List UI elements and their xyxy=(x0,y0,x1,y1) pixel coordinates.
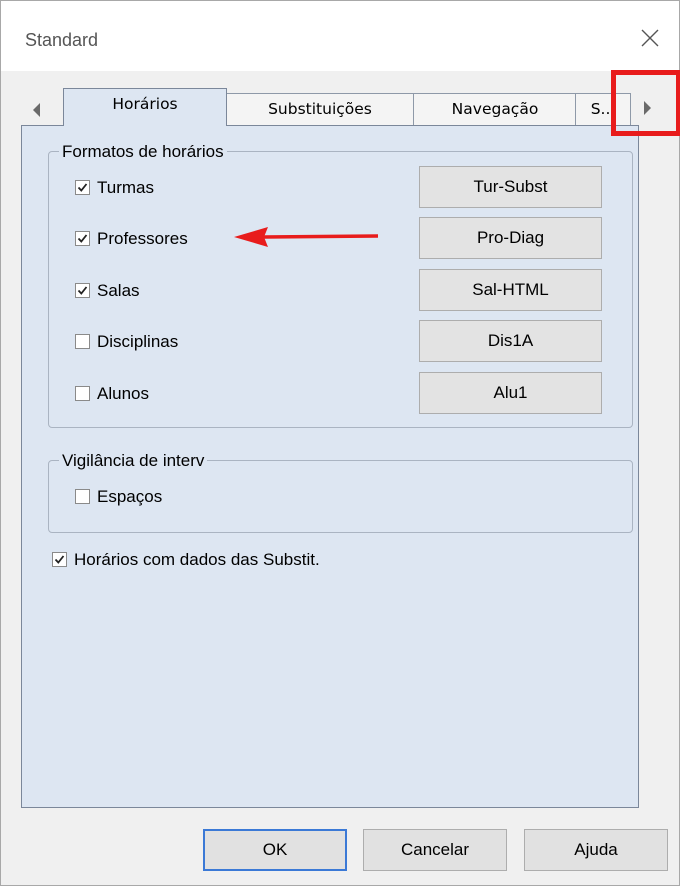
interval-group-legend: Vigilância de interv xyxy=(59,451,208,471)
turmas-label: Turmas xyxy=(97,178,154,197)
ok-button[interactable]: OK xyxy=(203,829,347,871)
disciplinas-format-button[interactable]: Dis1A xyxy=(419,320,602,362)
tab-label: Horários xyxy=(112,95,178,113)
salas-label: Salas xyxy=(97,281,140,300)
formats-group-legend: Formatos de horários xyxy=(59,142,227,162)
turmas-format-button[interactable]: Tur-Subst xyxy=(419,166,602,208)
annotation-highlight-box xyxy=(611,70,680,136)
scroll-left-icon[interactable] xyxy=(27,97,47,123)
subst-data-checkbox[interactable] xyxy=(52,552,67,567)
annotation-arrow-icon xyxy=(230,222,380,252)
dialog-content: Horários Substituições Navegação S... Fo… xyxy=(1,71,679,885)
professores-label: Professores xyxy=(97,229,188,248)
check-icon xyxy=(77,234,88,243)
disciplinas-label: Disciplinas xyxy=(97,332,179,351)
tab-label: Substituições xyxy=(268,100,372,118)
tab-strip: Horários Substituições Navegação S... xyxy=(1,71,679,131)
dialog-window: Standard Horários Substituições Navegaçã… xyxy=(0,0,680,886)
cancel-button[interactable]: Cancelar xyxy=(363,829,507,871)
alunos-format-button[interactable]: Alu1 xyxy=(419,372,602,414)
alunos-label: Alunos xyxy=(97,384,149,403)
check-icon xyxy=(54,555,65,564)
tab-substituicoes[interactable]: Substituições xyxy=(225,93,415,125)
salas-format-button[interactable]: Sal-HTML xyxy=(419,269,602,311)
espacos-label: Espaços xyxy=(97,487,163,506)
title-bar: Standard xyxy=(1,1,679,71)
check-icon xyxy=(77,286,88,295)
window-title: Standard xyxy=(25,30,99,50)
help-button[interactable]: Ajuda xyxy=(524,829,668,871)
professores-format-button[interactable]: Pro-Diag xyxy=(419,217,602,259)
tab-horarios[interactable]: Horários xyxy=(63,88,227,126)
tab-navegacao[interactable]: Navegação xyxy=(413,93,577,125)
salas-checkbox[interactable] xyxy=(75,283,90,298)
professores-checkbox[interactable] xyxy=(75,231,90,246)
check-icon xyxy=(77,183,88,192)
tab-label: Navegação xyxy=(451,100,539,118)
turmas-checkbox[interactable] xyxy=(75,180,90,195)
close-icon[interactable] xyxy=(637,25,663,51)
subst-data-label: Horários com dados das Substit. xyxy=(74,550,320,569)
alunos-checkbox[interactable] xyxy=(75,386,90,401)
espacos-checkbox[interactable] xyxy=(75,489,90,504)
disciplinas-checkbox[interactable] xyxy=(75,334,90,349)
